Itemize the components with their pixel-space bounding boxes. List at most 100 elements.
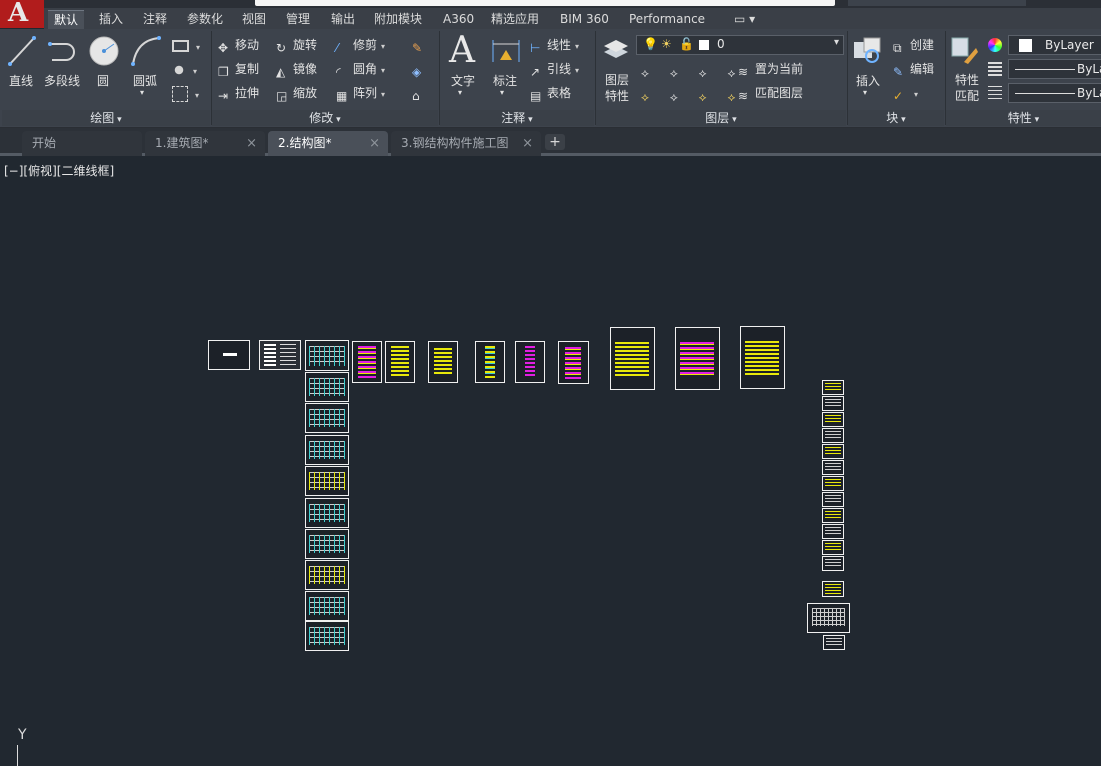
linetype-dropdown[interactable]: ByLa — [1008, 59, 1101, 79]
autocad-logo-button[interactable]: A — [0, 0, 44, 28]
close-icon[interactable]: × — [369, 131, 380, 156]
tab-annotate[interactable]: 注释 — [137, 10, 173, 29]
search-box[interactable] — [848, 0, 1026, 6]
drawing-sheet[interactable] — [740, 326, 785, 389]
layer-dropdown[interactable]: 💡 ☀ 🔓 0 ▾ — [636, 35, 844, 55]
offset-button[interactable]: ⌂ — [412, 83, 429, 103]
block-attribute-button[interactable]: ✓ ▾ — [893, 83, 918, 103]
match-layer-button[interactable]: ≋ 匹配图层 — [738, 83, 803, 103]
insert-dropdown-icon[interactable]: ▾ — [863, 88, 867, 97]
annotation-panel-title[interactable]: 注释 — [440, 110, 594, 126]
drawing-sheet[interactable] — [305, 560, 349, 590]
hatch-tool[interactable]: ▾ — [172, 60, 197, 80]
file-tab-start[interactable]: 开始 — [22, 131, 142, 156]
stretch-button[interactable]: ⇥ 拉伸 — [218, 83, 259, 103]
text-icon[interactable]: A — [449, 30, 475, 71]
match-properties-button[interactable]: 特性 匹配 — [953, 72, 981, 104]
modify-panel-title[interactable]: 修改 — [212, 110, 438, 126]
tab-addins[interactable]: 附加模块 — [368, 10, 428, 29]
drawing-sheet[interactable] — [385, 341, 415, 383]
create-block-button[interactable]: ⧉ 创建 — [893, 35, 934, 55]
tab-manage[interactable]: 管理 — [280, 10, 316, 29]
linear-dimension-button[interactable]: ⊢ 线性 ▾ — [530, 35, 579, 55]
leader-button[interactable]: ↗ 引线 ▾ — [530, 59, 579, 79]
drawing-sheet[interactable] — [822, 380, 844, 395]
drawing-sheet[interactable] — [475, 341, 505, 383]
insert-button[interactable]: 插入 — [856, 72, 880, 89]
trim-button[interactable]: ⁄ 修剪 ▾ — [336, 35, 385, 55]
drawing-sheet[interactable] — [305, 435, 349, 465]
arc-icon[interactable] — [129, 34, 163, 68]
tab-a360[interactable]: A360 — [437, 10, 480, 29]
drawing-sheet[interactable] — [822, 460, 844, 475]
mirror-button[interactable]: ◭ 镜像 — [276, 59, 317, 79]
viewport-controls-label[interactable]: [−][俯视][二维线框] — [4, 162, 114, 179]
block-panel-title[interactable]: 块 — [848, 110, 944, 126]
new-tab-plus-icon[interactable]: + — [545, 134, 565, 150]
circle-button[interactable]: 圆 — [97, 72, 109, 89]
drawing-sheet[interactable] — [822, 412, 844, 427]
drawing-sheet[interactable] — [822, 492, 844, 507]
drawing-sheet[interactable] — [823, 635, 845, 650]
drawing-sheet[interactable] — [822, 508, 844, 523]
drawing-sheet[interactable] — [822, 540, 844, 555]
drawing-sheet[interactable] — [305, 466, 349, 496]
dimension-button[interactable]: 标注 — [493, 72, 517, 89]
drawing-sheet[interactable] — [822, 396, 844, 411]
set-current-layer-button[interactable]: ≋ 置为当前 — [738, 59, 803, 79]
drawing-sheet[interactable] — [305, 529, 349, 559]
move-button[interactable]: ✥ 移动 — [218, 35, 259, 55]
rotate-button[interactable]: ↻ 旋转 — [276, 35, 317, 55]
file-tab-architecture[interactable]: 1.建筑图* × — [145, 131, 265, 156]
drawing-sheet[interactable] — [305, 621, 349, 651]
file-tab-steel[interactable]: 3.钢结构构件施工图 × — [391, 131, 541, 156]
tab-output[interactable]: 输出 — [325, 10, 361, 29]
line-button[interactable]: 直线 — [9, 72, 33, 89]
properties-panel-title[interactable]: 特性 — [946, 110, 1101, 126]
drawing-sheet[interactable] — [352, 341, 382, 383]
tab-view[interactable]: 视图 — [236, 10, 272, 29]
explode-button[interactable]: ◈ — [412, 59, 429, 79]
lineweight-dropdown[interactable]: ByLa — [1008, 83, 1101, 103]
drawing-sheet[interactable] — [675, 327, 720, 390]
layers-panel-title[interactable]: 图层 — [596, 110, 846, 126]
drawing-sheet[interactable] — [558, 341, 589, 384]
insert-block-icon[interactable] — [852, 36, 882, 66]
layer-properties-button[interactable]: 图层 特性 — [603, 72, 631, 104]
circle-icon[interactable] — [87, 34, 121, 68]
match-properties-icon[interactable] — [950, 36, 980, 66]
close-icon[interactable]: × — [522, 131, 533, 156]
tab-featured-apps[interactable]: 精选应用 — [485, 10, 545, 29]
line-icon[interactable] — [6, 34, 38, 68]
drawing-sheet[interactable] — [515, 341, 545, 383]
arc-dropdown-icon[interactable]: ▾ — [140, 88, 144, 97]
drawing-sheet[interactable] — [305, 340, 349, 371]
drawing-sheet[interactable] — [822, 556, 844, 571]
layer-tool-row-2[interactable]: ⟡ ⟡ ⟡ ⟡ — [641, 84, 744, 104]
drawing-sheet[interactable] — [822, 428, 844, 443]
drawing-sheet[interactable] — [305, 372, 349, 402]
boundary-tool[interactable]: ▾ — [172, 84, 199, 104]
table-button[interactable]: ▤ 表格 — [530, 83, 571, 103]
file-tab-structure[interactable]: 2.结构图* × — [268, 131, 388, 156]
layer-properties-icon[interactable] — [602, 36, 630, 64]
drawing-sheet[interactable] — [305, 498, 349, 528]
tab-bim360[interactable]: BIM 360 — [554, 10, 615, 29]
copy-button[interactable]: ❐ 复制 — [218, 59, 259, 79]
drawing-sheet[interactable] — [305, 591, 349, 621]
close-icon[interactable]: × — [246, 131, 257, 156]
layer-tool-row-1[interactable]: ⟡ ⟡ ⟡ ⟡ — [641, 60, 744, 80]
polyline-button[interactable]: 多段线 — [44, 72, 80, 89]
drawing-sheet[interactable] — [208, 340, 250, 370]
array-button[interactable]: ▦ 阵列 ▾ — [336, 83, 385, 103]
rectangle-tool[interactable]: ▾ — [172, 36, 200, 56]
tab-insert[interactable]: 插入 — [93, 10, 129, 29]
drawing-sheet[interactable] — [822, 524, 844, 539]
text-dropdown-icon[interactable]: ▾ — [458, 88, 462, 97]
ribbon-minimize-icon[interactable]: ▭ ▾ — [728, 10, 761, 29]
drawing-sheet[interactable] — [822, 581, 844, 597]
draw-panel-title[interactable]: 绘图 — [2, 110, 210, 126]
tab-parametric[interactable]: 参数化 — [181, 10, 229, 29]
arc-button[interactable]: 圆弧 — [133, 72, 157, 89]
scale-button[interactable]: ◲ 缩放 — [276, 83, 317, 103]
